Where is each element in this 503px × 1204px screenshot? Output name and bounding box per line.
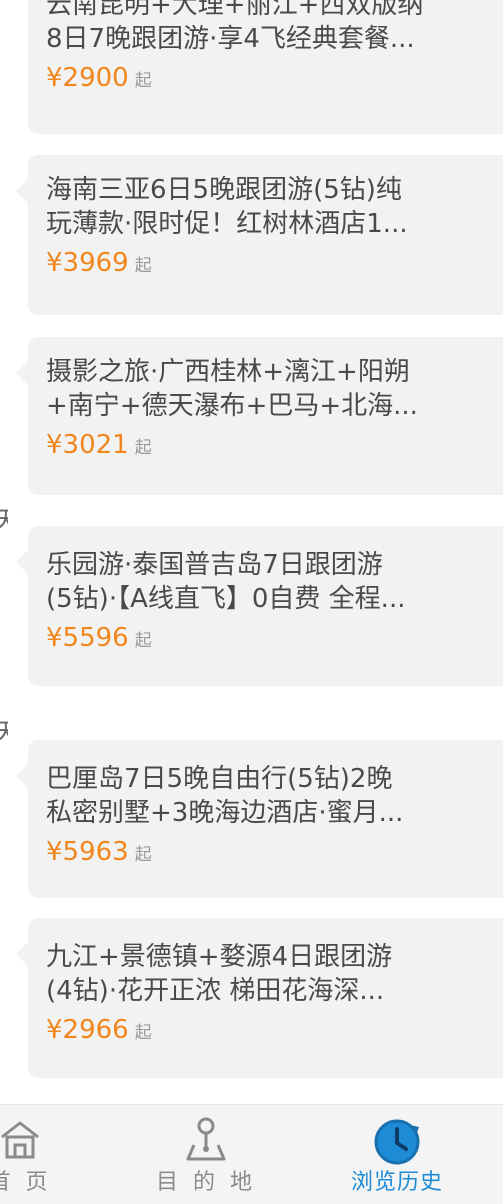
day-mark: 天 [0, 712, 8, 747]
tab-history[interactable]: 浏览历史 [337, 1105, 457, 1204]
card-title: 巴厘岛7日5晚自由行(5钻)2晚 私密别墅+3晚海边酒店·蜜月... [46, 764, 404, 828]
card-price: ¥3969 [46, 248, 129, 278]
card-price: ¥5596 [46, 623, 129, 653]
history-card-3[interactable]: 摄影之旅·广西桂林+漓江+阳朔 +南宁+德天瀑布+巴马+北海... ¥3021 起 [16, 337, 503, 495]
card-price: ¥2966 [46, 1015, 129, 1045]
card-title: 九江+景德镇+婺源4日跟团游 (4钻)·花开正浓 梯田花海深... [46, 942, 393, 1006]
price-suffix: 起 [134, 631, 152, 651]
map-pin-icon [182, 1115, 230, 1169]
tab-label: 目 的 地 [156, 1170, 256, 1195]
price-suffix: 起 [134, 438, 152, 458]
price-suffix: 起 [134, 845, 152, 865]
history-card-6[interactable]: 九江+景德镇+婺源4日跟团游 (4钻)·花开正浓 梯田花海深... ¥2966 起 [16, 918, 503, 1078]
history-card-4[interactable]: 乐园游·泰国普吉岛7日跟团游 (5钻)·【A线直飞】0自费 全程... ¥559… [16, 526, 503, 686]
card-price: ¥5963 [46, 837, 129, 867]
tab-home[interactable]: 首 页 [0, 1105, 80, 1204]
tab-label: 浏览历史 [350, 1170, 443, 1195]
price-row: ¥5596 起 [46, 620, 498, 656]
price-suffix: 起 [134, 256, 152, 276]
card-price: ¥2900 [46, 63, 129, 93]
price-row: ¥2966 起 [46, 1012, 498, 1048]
price-row: ¥3021 起 [46, 427, 498, 463]
price-row: ¥2900 起 [46, 60, 498, 96]
bottom-tab-bar: 首 页 目 的 地 浏览历史 [0, 1104, 503, 1204]
history-card-5[interactable]: 巴厘岛7日5晚自由行(5钻)2晚 私密别墅+3晚海边酒店·蜜月... ¥5963… [16, 740, 503, 898]
history-card-2[interactable]: 海南三亚6日5晚跟团游(5钻)纯 玩薄款·限时促！红树林酒店1... ¥3969… [16, 155, 503, 315]
history-list: 云南昆明+大理+丽江+西双版纳 8日7晚跟团游·享4飞经典套餐... ¥2900… [0, 0, 503, 1104]
history-card-1[interactable]: 云南昆明+大理+丽江+西双版纳 8日7晚跟团游·享4飞经典套餐... ¥2900… [28, 0, 503, 134]
tab-label: 首 页 [0, 1170, 52, 1195]
price-suffix: 起 [134, 1023, 152, 1043]
card-title: 摄影之旅·广西桂林+漓江+阳朔 +南宁+德天瀑布+巴马+北海... [46, 357, 418, 421]
tab-destination[interactable]: 目 的 地 [146, 1105, 266, 1204]
clock-history-icon [370, 1115, 424, 1173]
price-row: ¥3969 起 [46, 245, 498, 281]
card-price: ¥3021 [46, 430, 129, 460]
price-row: ¥5963 起 [46, 834, 498, 870]
home-icon [0, 1115, 44, 1167]
day-mark: 天 [0, 500, 8, 535]
price-suffix: 起 [134, 71, 152, 91]
card-title: 云南昆明+大理+丽江+西双版纳 8日7晚跟团游·享4飞经典套餐... [46, 0, 424, 54]
card-title: 海南三亚6日5晚跟团游(5钻)纯 玩薄款·限时促！红树林酒店1... [46, 175, 408, 239]
card-title: 乐园游·泰国普吉岛7日跟团游 (5钻)·【A线直飞】0自费 全程... [46, 550, 406, 614]
